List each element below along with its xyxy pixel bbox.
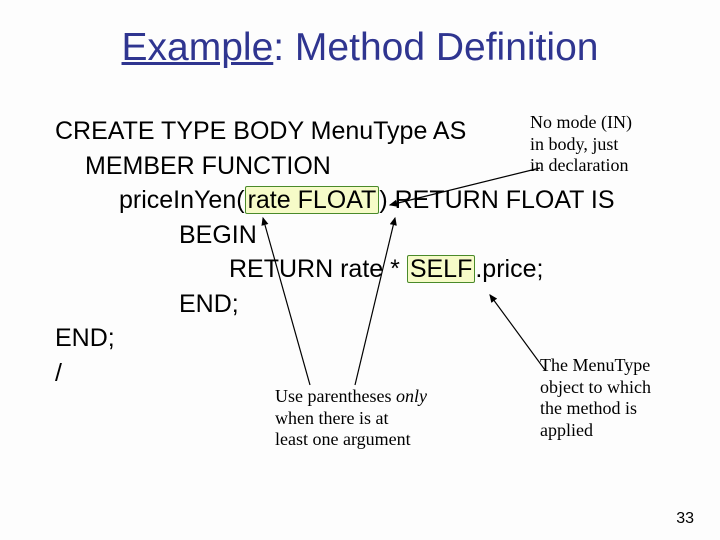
note-mid-l1: Use parentheses only [275, 386, 427, 408]
code-line-4: BEGIN [55, 218, 675, 253]
note-mid-l2: when there is at [275, 408, 427, 430]
code-line-6: END; [55, 287, 675, 322]
code-l3b: ) RETURN FLOAT IS [379, 186, 614, 214]
slide-title: Example: Method Definition [0, 26, 720, 70]
note-right: The MenuType object to which the method … [540, 355, 651, 441]
note-top: No mode (IN) in body, just in declaratio… [530, 112, 632, 177]
title-rest: : Method Definition [273, 26, 598, 69]
code-line-3: priceInYen(rate FLOAT) RETURN FLOAT IS [55, 183, 675, 218]
page-number: 33 [676, 510, 694, 528]
code-line-5: RETURN rate * SELF.price; [55, 252, 675, 287]
note-right-l1: The MenuType [540, 355, 651, 377]
slide: Example: Method Definition CREATE TYPE B… [0, 0, 720, 540]
self-box: SELF [407, 255, 476, 283]
note-mid-l3: least one argument [275, 429, 427, 451]
code-l5b: .price; [475, 255, 543, 283]
note-right-l4: applied [540, 420, 651, 442]
code-line-7: END; [55, 321, 675, 356]
code-l3a: priceInYen( [119, 186, 245, 214]
param-box: rate FLOAT [245, 186, 380, 214]
title-underlined: Example [122, 26, 274, 69]
note-right-l3: the method is [540, 398, 651, 420]
note-top-l3: in declaration [530, 155, 632, 177]
code-l5a: RETURN rate * [229, 255, 407, 283]
note-top-l1: No mode (IN) [530, 112, 632, 134]
note-mid: Use parentheses only when there is at le… [275, 386, 427, 451]
note-right-l2: object to which [540, 377, 651, 399]
note-top-l2: in body, just [530, 134, 632, 156]
